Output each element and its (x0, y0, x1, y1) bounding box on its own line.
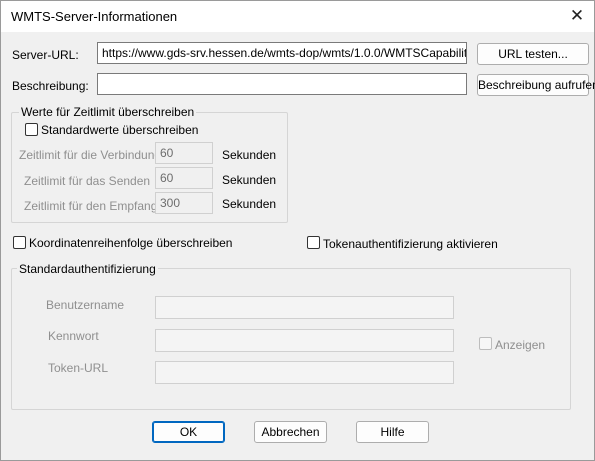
help-button[interactable]: Hilfe (356, 421, 429, 443)
receive-timeout-input[interactable]: 300 (155, 192, 213, 214)
window-title: WMTS-Server-Informationen (11, 9, 178, 24)
timeout-group-title: Werte für Zeitlimit überschreiben (19, 105, 197, 119)
connection-timeout-input[interactable]: 60 (155, 142, 213, 164)
description-input[interactable] (97, 73, 467, 95)
auth-group-title: Standardauthentifizierung (17, 262, 158, 276)
axis-order-label: Koordinatenreihenfolge überschreiben (29, 236, 233, 250)
title-bar: WMTS-Server-Informationen ✕ (1, 1, 594, 32)
close-icon: ✕ (569, 6, 585, 25)
send-timeout-input[interactable]: 60 (155, 167, 213, 189)
description-label: Beschreibung: (12, 79, 89, 93)
connection-timeout-unit: Sekunden (222, 148, 277, 162)
token-url-label: Token-URL (48, 361, 109, 375)
send-timeout-unit: Sekunden (222, 173, 277, 187)
server-url-input[interactable]: https://www.gds-srv.hessen.de/wmts-dop/w… (97, 42, 467, 64)
send-timeout-label: Zeitlimit für das Senden (24, 174, 151, 188)
connection-timeout-label: Zeitlimit für die Verbindung (19, 148, 162, 162)
dialog-window: WMTS-Server-Informationen ✕ Server-URL: … (0, 0, 595, 461)
token-url-input[interactable] (155, 361, 454, 384)
axis-order-checkbox[interactable] (13, 236, 26, 249)
show-password-label: Anzeigen (495, 338, 546, 352)
receive-timeout-label: Zeitlimit für den Empfang (24, 199, 158, 213)
token-auth-checkbox[interactable] (307, 236, 320, 249)
cancel-button[interactable]: Abbrechen (254, 421, 327, 443)
token-auth-label: Tokenauthentifizierung aktivieren (323, 237, 498, 251)
password-label: Kennwort (48, 329, 99, 343)
show-password-checkbox[interactable] (479, 337, 492, 350)
username-input[interactable] (155, 296, 454, 319)
test-url-button[interactable]: URL testen... (477, 43, 589, 65)
override-defaults-checkbox[interactable] (25, 123, 38, 136)
override-defaults-label: Standardwerte überschreiben (41, 123, 199, 137)
open-description-button[interactable]: Beschreibung aufrufen (477, 74, 595, 96)
username-label: Benutzername (46, 298, 125, 312)
receive-timeout-unit: Sekunden (222, 197, 277, 211)
close-button[interactable]: ✕ (562, 3, 592, 29)
password-input[interactable] (155, 329, 454, 352)
server-url-label: Server-URL: (12, 48, 79, 62)
ok-button[interactable]: OK (152, 421, 225, 443)
